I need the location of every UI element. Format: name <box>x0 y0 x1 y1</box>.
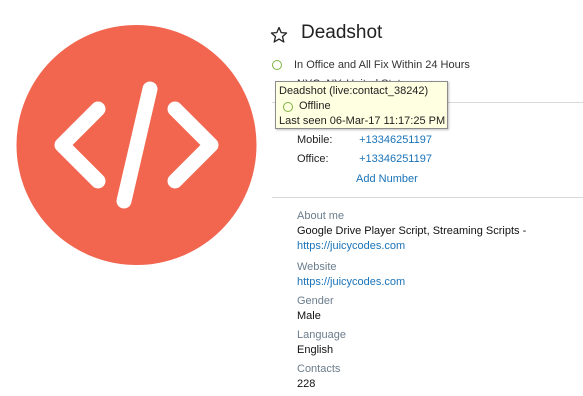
tooltip-title: Deadshot (live:contact_38242) <box>279 85 429 97</box>
contact-name: Deadshot <box>301 22 383 43</box>
phone-row-office: Office: +13346251197 <box>297 153 432 167</box>
contact-profile: Deadshot In Office and All Fix Within 24… <box>0 0 583 396</box>
gender-label: Gender <box>297 295 334 307</box>
tooltip-presence-row: Offline <box>279 99 444 114</box>
language-field: Language English <box>297 328 567 358</box>
star-outline-icon[interactable] <box>270 26 288 44</box>
gender-value: Male <box>297 310 321 322</box>
add-number-link[interactable]: Add Number <box>356 173 418 185</box>
gender-field: Gender Male <box>297 294 567 324</box>
tooltip-last-seen: Last seen 06-Mar-17 11:17:25 PM <box>279 115 446 127</box>
phone-label: Mobile: <box>297 134 333 146</box>
website-link[interactable]: https://juicycodes.com <box>297 275 567 290</box>
phone-label: Office: <box>297 153 329 165</box>
contacts-value: 228 <box>297 378 316 390</box>
divider <box>272 197 583 198</box>
language-label: Language <box>297 329 346 341</box>
contacts-field: Contacts 228 <box>297 362 567 392</box>
contacts-label: Contacts <box>297 363 341 375</box>
website-label: Website <box>297 261 337 273</box>
about-link[interactable]: https://juicycodes.com <box>297 239 567 254</box>
website-field: Website https://juicycodes.com <box>297 260 567 290</box>
avatar <box>16 25 257 265</box>
presence-tooltip: Deadshot (live:contact_38242) Offline La… <box>275 81 448 129</box>
presence-circle-icon <box>283 101 293 112</box>
phone-row-mobile: Mobile: +13346251197 <box>297 134 432 148</box>
status-row: In Office and All Fix Within 24 Hours <box>272 57 470 73</box>
language-value: English <box>297 344 334 356</box>
phone-number-mobile[interactable]: +13346251197 <box>359 134 432 146</box>
about-label: About me <box>297 210 345 222</box>
about-text: Google Drive Player Script, Streaming Sc… <box>297 225 527 237</box>
status-message: In Office and All Fix Within 24 Hours <box>294 59 470 71</box>
tooltip-presence: Offline <box>299 100 331 112</box>
presence-circle-icon <box>272 60 282 70</box>
about-field: About me Google Drive Player Script, Str… <box>297 209 567 254</box>
phone-number-office[interactable]: +13346251197 <box>359 153 432 165</box>
